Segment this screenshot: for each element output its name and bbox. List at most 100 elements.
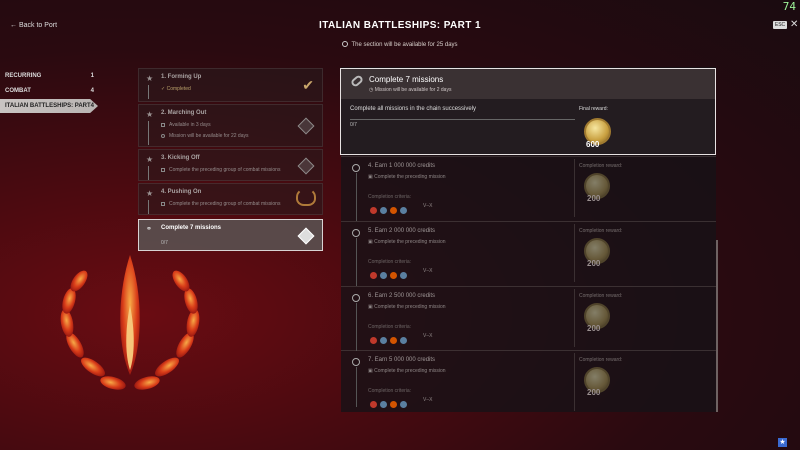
mission-title: 7. Earn 5 000 000 credits: [368, 357, 436, 363]
chain-connector: [148, 200, 149, 214]
checkmark-icon: ✔: [302, 77, 314, 93]
battleship-icon: [390, 401, 397, 409]
star-icon: ★: [146, 110, 154, 119]
reward-label: Completion reward:: [579, 163, 623, 169]
chain-title: Complete 7 missions: [161, 225, 222, 231]
detail-title: Complete 7 missions: [369, 75, 444, 84]
mission-condition: ▣ Complete the preceding mission: [368, 239, 446, 245]
cruiser-icon: [380, 207, 387, 215]
chain-connector: [148, 166, 149, 180]
destroyer-icon: [370, 207, 377, 215]
reward-separator: [574, 289, 575, 347]
detail-description: Complete all missions in the chain succe…: [350, 106, 477, 112]
chain-card-4[interactable]: ★ 4. Pushing On Complete the preceding g…: [138, 183, 323, 215]
category-italian-battleships[interactable]: ITALIAN BATTLESHIPS: PART 14: [0, 99, 98, 113]
mission-row[interactable]: 4. Earn 1 000 000 credits ▣ Complete the…: [341, 156, 716, 221]
criteria-label: Completion criteria:: [368, 194, 412, 200]
category-recurring[interactable]: RECURRING 1: [0, 69, 98, 83]
final-reward-value: 600: [586, 140, 600, 149]
diamond-icon: [297, 157, 315, 175]
chain-title: 4. Pushing On: [161, 189, 202, 195]
mission-title: 5. Earn 2 000 000 credits: [368, 228, 436, 234]
reward-value: 200: [587, 324, 601, 333]
esc-button[interactable]: ESC: [773, 21, 787, 29]
final-reward-label: Final reward:: [579, 106, 608, 112]
star-icon: ★: [146, 74, 154, 83]
mission-connector: [356, 173, 357, 221]
chain-connector: [148, 85, 149, 99]
reward-value: 200: [587, 259, 601, 268]
star-badge-icon[interactable]: ★: [778, 438, 787, 447]
destroyer-icon: [370, 272, 377, 280]
reward-label: Completion reward:: [579, 357, 623, 363]
lock-icon: [161, 202, 165, 206]
detail-availability: ◷ Mission will be available for 2 days: [369, 87, 452, 93]
chain-title: 1. Forming Up: [161, 74, 202, 80]
battleship-icon: [390, 337, 397, 345]
star-icon: ★: [146, 189, 154, 198]
category-combat[interactable]: COMBAT 4: [0, 84, 98, 98]
progress-text: 0/7: [350, 122, 357, 128]
chain-status: Complete the preceding group of combat m…: [161, 201, 280, 207]
carrier-icon: [400, 207, 407, 215]
page-title: ITALIAN BATTLESHIPS: PART 1: [319, 20, 481, 31]
mission-row[interactable]: 5. Earn 2 000 000 credits ▣ Complete the…: [341, 221, 716, 286]
carrier-icon: [400, 337, 407, 345]
link-icon: ⚭: [146, 226, 152, 233]
tier-range: V–X: [423, 268, 433, 274]
chain-detail-card: Complete 7 missions ◷ Mission will be av…: [340, 68, 716, 155]
top-right-counter: 74: [782, 0, 796, 13]
chain-status: Complete the preceding group of combat m…: [161, 167, 280, 173]
mission-title: 4. Earn 1 000 000 credits: [368, 163, 436, 169]
ship-type-icons: [370, 332, 410, 345]
laurel-icon: [296, 188, 316, 206]
destroyer-icon: [370, 401, 377, 409]
progress-bar: [350, 119, 575, 120]
battleship-icon: [390, 272, 397, 280]
chain-card-1[interactable]: ★ 1. Forming Up ✓ Completed ✔: [138, 68, 323, 102]
lock-icon: [161, 168, 165, 172]
diamond-icon: [297, 117, 315, 135]
chain-status: Mission will be available for 22 days: [161, 133, 248, 139]
reward-value: 200: [587, 194, 601, 203]
mission-row[interactable]: 7. Earn 5 000 000 credits ▣ Complete the…: [341, 350, 716, 414]
mission-row[interactable]: 6. Earn 2 500 000 credits ▣ Complete the…: [341, 286, 716, 351]
battleship-icon: [390, 207, 397, 215]
destroyer-icon: [370, 337, 377, 345]
ship-type-icons: [370, 267, 410, 280]
reward-separator: [574, 159, 575, 217]
mission-title: 6. Earn 2 500 000 credits: [368, 293, 436, 299]
ship-type-icons: [370, 396, 410, 409]
diamond-icon: [297, 227, 315, 245]
clock-icon: [342, 41, 349, 47]
mission-condition: ▣ Complete the preceding mission: [368, 174, 446, 180]
chain-connector: [148, 121, 149, 145]
status-circle-icon: [352, 164, 360, 172]
mission-connector: [356, 238, 357, 286]
mission-connector: [356, 367, 357, 407]
chain-card-2[interactable]: ★ 2. Marching Out Available in 3 days Mi…: [138, 104, 323, 147]
reward-separator: [574, 224, 575, 282]
cruiser-icon: [380, 337, 387, 345]
mission-condition: ▣ Complete the preceding mission: [368, 304, 446, 310]
status-circle-icon: [352, 229, 360, 237]
reward-label: Completion reward:: [579, 228, 623, 234]
criteria-label: Completion criteria:: [368, 388, 412, 394]
clock-icon: [161, 134, 165, 138]
status-circle-icon: [352, 358, 360, 366]
criteria-label: Completion criteria:: [368, 324, 412, 330]
chain-card-3[interactable]: ★ 3. Kicking Off Complete the preceding …: [138, 149, 323, 181]
chain-status: Available in 3 days: [161, 122, 211, 128]
carrier-icon: [400, 272, 407, 280]
cruiser-icon: [380, 401, 387, 409]
carrier-icon: [400, 401, 407, 409]
tier-range: V–X: [423, 203, 433, 209]
mission-condition: ▣ Complete the preceding mission: [368, 368, 446, 374]
laurel-flame-emblem-icon: [60, 255, 200, 390]
reward-value: 200: [587, 388, 601, 397]
close-icon[interactable]: ✕: [790, 19, 798, 30]
tier-range: V–X: [423, 397, 433, 403]
chain-status: ✓ Completed: [161, 86, 191, 92]
reward-label: Completion reward:: [579, 293, 623, 299]
scrollbar[interactable]: [716, 240, 718, 412]
